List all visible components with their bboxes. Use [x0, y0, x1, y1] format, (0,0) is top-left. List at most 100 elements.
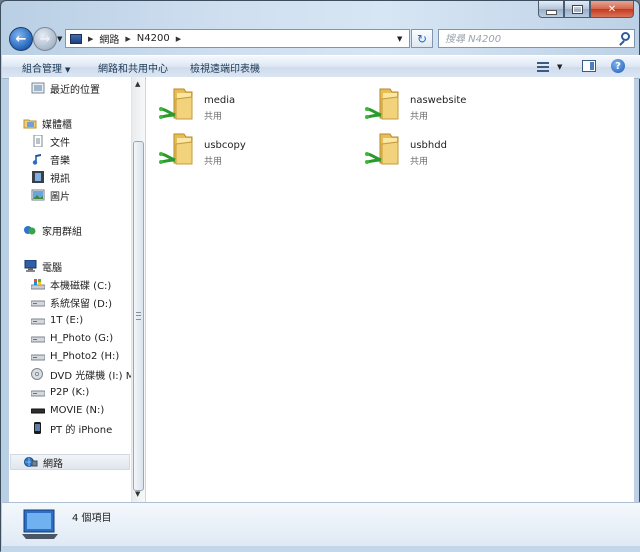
sidebar-item-label: H_Photo2 (H:): [50, 350, 120, 362]
preview-pane-toggle-icon[interactable]: [582, 60, 596, 72]
navigation-pane: 最近的位置 媒體櫃 文件 音樂 視訊 圖片 家用群組 電腦 本機磁碟 (C:) …: [9, 77, 131, 502]
minimize-icon: [545, 9, 557, 15]
sidebar-item-label: 本機磁碟 (C:): [50, 280, 112, 292]
details-pane: 4 個項目: [2, 502, 640, 547]
back-button[interactable]: ←: [9, 27, 33, 51]
sidebar-item-drive-e[interactable]: 1T (E:): [30, 312, 84, 328]
chevron-down-icon[interactable]: ▼: [557, 63, 562, 71]
shared-folder-item[interactable]: naswebsite 共用: [352, 81, 552, 122]
hard-drive-windows-icon: [30, 278, 46, 290]
close-button[interactable]: ✕: [590, 1, 634, 18]
shared-folder-icon: [159, 88, 193, 120]
sidebar-item-label: 圖片: [50, 191, 70, 203]
share-type: 共用: [410, 112, 429, 122]
file-list-pane: media 共用 naswebsite 共用 usbcopy 共用 usbhdd…: [146, 77, 634, 502]
sidebar-item-drive-h[interactable]: H_Photo2 (H:): [30, 348, 120, 364]
sidebar-item-drive-k[interactable]: P2P (K:): [30, 384, 90, 400]
caption-buttons: ✕: [538, 1, 634, 19]
address-history-dropdown[interactable]: ▼: [397, 35, 402, 43]
shared-folder-item[interactable]: media 共用: [146, 81, 346, 122]
address-bar[interactable]: ▶ 網路 ▶ N4200 ▶: [65, 29, 410, 48]
share-name: usbhdd: [410, 140, 447, 151]
network-device-icon: [22, 509, 58, 539]
sidebar-item-label: DVD 光碟機 (I:) MX: [50, 370, 131, 382]
sidebar-item-recent-places[interactable]: 最近的位置: [31, 80, 100, 96]
share-name: naswebsite: [410, 95, 467, 106]
change-view-button[interactable]: ▼: [537, 59, 567, 75]
forward-arrow-icon: →: [39, 31, 51, 47]
sidebar-item-label: P2P (K:): [50, 386, 90, 398]
sidebar-item-iphone[interactable]: PT 的 iPhone: [31, 420, 112, 436]
sidebar-item-music[interactable]: 音樂: [31, 151, 70, 167]
scroll-down-icon[interactable]: ▼: [135, 490, 140, 498]
recent-places-icon: [31, 82, 45, 94]
breadcrumb-n4200[interactable]: N4200: [137, 33, 170, 44]
share-name: usbcopy: [204, 140, 246, 151]
sidebar-item-label: 系統保留 (D:): [50, 298, 113, 310]
network-sharing-center-button[interactable]: 網路和共用中心: [98, 60, 168, 75]
refresh-button[interactable]: ↻: [411, 29, 433, 48]
back-arrow-icon: ←: [15, 31, 27, 47]
forward-button[interactable]: →: [33, 27, 57, 51]
chevron-right-icon[interactable]: ▶: [176, 35, 181, 43]
sidebar-item-label: 1T (E:): [50, 314, 84, 326]
recent-pages-dropdown[interactable]: ▼: [57, 35, 62, 43]
chevron-right-icon[interactable]: ▶: [125, 35, 130, 43]
shared-folder-item[interactable]: usbhdd 共用: [352, 126, 552, 167]
search-box[interactable]: [438, 29, 635, 48]
sidebar-item-drive-g[interactable]: H_Photo (G:): [30, 330, 113, 346]
sidebar-item-label: 電腦: [42, 262, 62, 274]
maximize-button[interactable]: [564, 1, 590, 18]
sidebar-item-libraries[interactable]: 媒體櫃: [23, 115, 72, 131]
sidebar-item-videos[interactable]: 視訊: [31, 169, 70, 185]
chevron-down-icon: ▼: [65, 66, 71, 74]
share-name: media: [204, 95, 236, 106]
dvd-drive-icon: [31, 368, 45, 380]
hard-drive-icon: [30, 350, 46, 362]
scroll-up-icon[interactable]: ▲: [135, 80, 140, 88]
libraries-icon: [23, 117, 37, 129]
search-icon[interactable]: [621, 32, 630, 41]
shared-folder-icon: [365, 88, 399, 120]
help-icon[interactable]: ?: [611, 59, 625, 73]
chevron-right-icon[interactable]: ▶: [88, 35, 93, 43]
item-count: 4 個項目: [72, 513, 112, 524]
sidebar-item-documents[interactable]: 文件: [31, 133, 70, 149]
share-type: 共用: [204, 112, 223, 122]
organize-menu[interactable]: 組合管理 ▼: [22, 60, 70, 75]
window-bottom-border: [1, 546, 640, 552]
breadcrumb-network[interactable]: 網路: [99, 31, 119, 46]
sidebar-item-homegroup[interactable]: 家用群組: [23, 222, 82, 238]
maximize-icon: [571, 4, 583, 14]
hard-drive-icon: [30, 314, 46, 326]
sidebar-item-label: 文件: [50, 137, 70, 149]
grip-icon: [136, 312, 141, 320]
sidebar-item-drive-c[interactable]: 本機磁碟 (C:): [30, 276, 112, 292]
navigation-pane-scrollbar[interactable]: ▲ ▼: [131, 77, 145, 502]
music-icon: [31, 153, 45, 165]
hard-drive-icon: [30, 386, 46, 398]
minimize-button[interactable]: [538, 1, 564, 18]
sidebar-item-computer[interactable]: 電腦: [23, 258, 62, 274]
scrollbar-thumb[interactable]: [133, 141, 144, 491]
view-options-icon: [537, 62, 549, 72]
network-icon: [24, 456, 38, 468]
pictures-icon: [31, 189, 45, 201]
sidebar-item-pictures[interactable]: 圖片: [31, 187, 70, 203]
homegroup-icon: [23, 224, 37, 236]
sidebar-item-label: PT 的 iPhone: [50, 424, 113, 436]
sidebar-item-drive-d[interactable]: 系統保留 (D:): [30, 294, 113, 310]
sidebar-item-drive-n[interactable]: MOVIE (N:): [30, 402, 104, 418]
shared-folder-item[interactable]: usbcopy 共用: [146, 126, 346, 167]
sidebar-item-drive-i[interactable]: DVD 光碟機 (I:) MX: [31, 366, 131, 382]
share-type: 共用: [410, 157, 429, 167]
sidebar-item-label: 視訊: [50, 173, 70, 185]
sidebar-item-label: 網路: [43, 458, 63, 470]
view-remote-printers-button[interactable]: 檢視遠端印表機: [190, 60, 260, 75]
sidebar-item-network[interactable]: 網路: [10, 454, 130, 470]
videos-icon: [31, 171, 45, 183]
search-input[interactable]: [443, 30, 617, 48]
close-icon: ✕: [607, 3, 617, 15]
organize-label: 組合管理: [22, 64, 62, 75]
sidebar-item-label: 家用群組: [42, 226, 82, 238]
